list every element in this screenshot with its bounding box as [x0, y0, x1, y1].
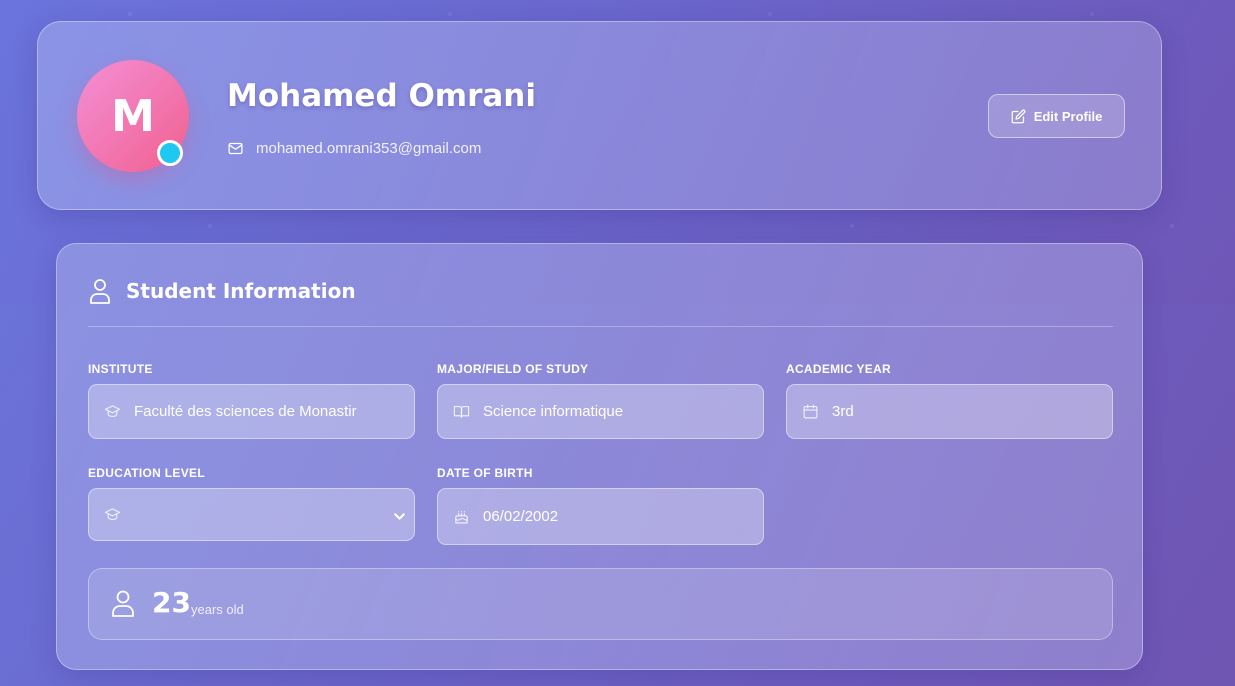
edit-profile-button[interactable]: Edit Profile: [988, 94, 1125, 138]
section-divider: [88, 326, 1113, 327]
edit-profile-label: Edit Profile: [1033, 108, 1103, 124]
avatar-initial: M: [111, 90, 155, 142]
major-field[interactable]: Science informatique: [437, 384, 764, 439]
date-of-birth-field[interactable]: 06/02/2002: [437, 488, 764, 545]
user-icon: [90, 279, 110, 304]
student-information-card: Student Information INSTITUTE Faculté de…: [56, 243, 1143, 670]
graduation-cap-icon: [104, 405, 121, 418]
age-unit: years old: [191, 602, 244, 617]
chevron-down-icon: [394, 513, 405, 520]
section-header: Student Information: [88, 278, 356, 304]
background-dot: [208, 224, 212, 228]
academic-year-label: ACADEMIC YEAR: [786, 362, 892, 376]
education-level-select[interactable]: [88, 488, 415, 541]
institute-field[interactable]: Faculté des sciences de Monastir: [88, 384, 415, 439]
background-dot: [1170, 224, 1174, 228]
background-dot: [850, 224, 854, 228]
online-status-indicator: [157, 140, 183, 166]
background-dot: [1090, 12, 1094, 16]
profile-name: Mohamed Omrani: [227, 78, 537, 114]
profile-email: mohamed.omrani353@gmail.com: [256, 140, 482, 157]
mail-icon: [228, 142, 243, 155]
user-icon: [112, 590, 134, 617]
major-label: MAJOR/FIELD OF STUDY: [437, 362, 589, 376]
email-row: mohamed.omrani353@gmail.com: [227, 140, 481, 157]
profile-header-card: M Mohamed Omrani mohamed.omrani353@gmail…: [37, 21, 1162, 210]
academic-year-value: 3rd: [832, 403, 854, 420]
section-title: Student Information: [126, 279, 356, 303]
graduation-cap-icon: [104, 508, 121, 521]
calendar-icon: [803, 404, 818, 419]
major-value: Science informatique: [483, 403, 624, 420]
background-dot: [768, 12, 772, 16]
cake-icon: [455, 510, 468, 524]
academic-year-field[interactable]: 3rd: [786, 384, 1113, 439]
edit-icon: [1011, 109, 1026, 123]
background-dot: [448, 12, 452, 16]
date-of-birth-label: DATE OF BIRTH: [437, 466, 533, 480]
institute-label: INSTITUTE: [88, 362, 153, 376]
date-of-birth-value: 06/02/2002: [483, 508, 559, 525]
education-level-label: EDUCATION LEVEL: [88, 466, 205, 480]
institute-value: Faculté des sciences de Monastir: [134, 403, 357, 420]
age-number: 23: [152, 586, 191, 619]
background-dot: [128, 12, 132, 16]
age-summary: 23 years old: [88, 568, 1113, 640]
book-icon: [453, 405, 470, 418]
